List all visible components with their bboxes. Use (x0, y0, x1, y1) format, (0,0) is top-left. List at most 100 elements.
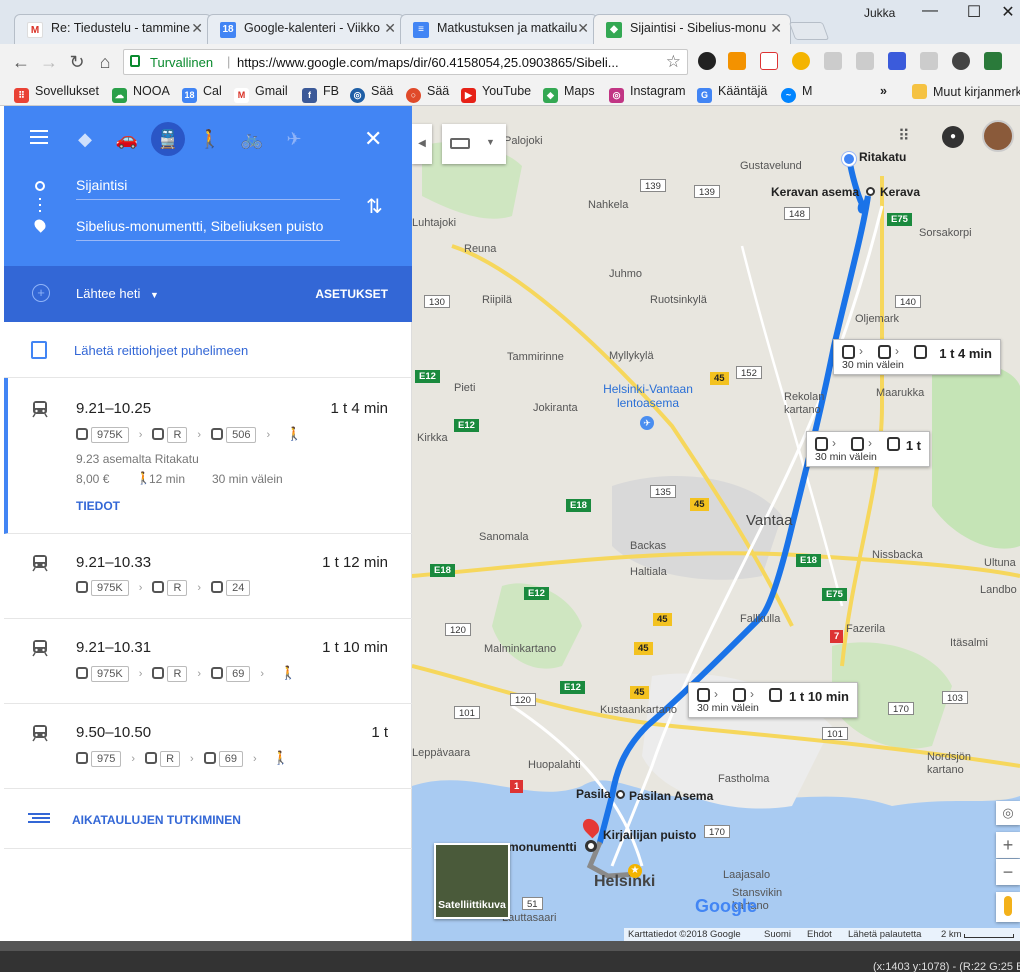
tab-gmail[interactable]: M Re: Tiedustelu - tammine ✕ (14, 14, 212, 44)
map-canvas[interactable]: Palojoki Gustavelund Nahkela Luhtajoki R… (412, 106, 1020, 941)
swap-icon[interactable]: ⇅ (366, 194, 383, 219)
chevron-right-icon: › (190, 753, 194, 765)
bookmark-maps[interactable]: ◆ Maps (543, 84, 595, 103)
route-option-4[interactable]: 9.50–10.50 1 t 975 › R › 69 › 🚶 (4, 704, 412, 789)
route-option-3[interactable]: 9.21–10.31 1 t 10 min 975K › R › 69 › 🚶 (4, 619, 412, 704)
new-tab-button[interactable] (788, 22, 830, 40)
tab-docs[interactable]: ≡ Matkustuksen ja matkailu ✕ (400, 14, 598, 44)
close-window-button[interactable]: ✕ (996, 2, 1020, 24)
bookmark-fb[interactable]: f FB (302, 84, 339, 103)
other-bookmarks[interactable]: Muut kirjanmerk (912, 84, 1020, 99)
map-region-link[interactable]: Suomi (764, 929, 791, 940)
send-to-phone-row[interactable]: Lähetä reittiohjeet puhelimeen (4, 322, 412, 378)
gmail-checker-icon[interactable] (760, 52, 778, 70)
tab-maps[interactable]: ◆ Sijaintisi - Sibelius-monu ✕ (593, 14, 791, 45)
route-option-2[interactable]: 9.21–10.33 1 t 12 min 975K › R › 24 (4, 534, 412, 619)
forward-icon[interactable]: → (38, 51, 60, 73)
camera-icon[interactable] (920, 52, 938, 70)
rss-icon[interactable] (728, 52, 746, 70)
options-button[interactable]: ASETUKSET (315, 287, 388, 301)
input-tools-button[interactable]: ▼ (442, 124, 506, 164)
destination-input[interactable]: Sibelius-monumentti, Sibeliuksen puisto (76, 218, 340, 241)
profile-name[interactable]: Jukka (864, 6, 895, 20)
destination-marker[interactable] (585, 840, 597, 852)
mode-flight-icon[interactable]: ✈ (277, 122, 311, 156)
mode-best-icon[interactable]: ◆ (68, 122, 102, 156)
mode-transit-icon[interactable]: 🚆 (151, 122, 185, 156)
maximize-button[interactable]: ☐ (954, 2, 994, 24)
bookmark-ext-icon[interactable] (888, 52, 906, 70)
bookmark-cal[interactable]: 18 Cal (182, 84, 222, 103)
chevron-right-icon: › (131, 753, 136, 765)
street-view-pegman[interactable] (996, 892, 1020, 922)
apps-grid-icon[interactable]: ⠿ (898, 128, 916, 146)
bookmark-saa-1[interactable]: ◎ Sää (350, 84, 393, 103)
back-icon[interactable]: ← (10, 51, 32, 73)
my-location-icon[interactable]: ◎ (996, 801, 1020, 825)
zoom-in-button[interactable]: + (996, 832, 1020, 858)
mode-walk-icon[interactable]: 🚶 (193, 122, 227, 156)
bookmark-instagram[interactable]: ◎ Instagram (609, 84, 686, 103)
mode-bike-icon[interactable]: 🚲 (235, 122, 269, 156)
close-tab-icon[interactable]: ✕ (384, 20, 396, 37)
dropbox-icon[interactable] (856, 52, 874, 70)
feedback-link[interactable]: Lähetä palautetta (848, 929, 921, 940)
details-button[interactable]: TIEDOT (76, 499, 120, 513)
collapse-panel-button[interactable]: ◀ (412, 124, 432, 164)
route-option-1[interactable]: 9.21–10.25 1 t 4 min 975K › R › 506 › 🚶 9.2… (4, 378, 412, 534)
map-place-label: Leppävaara (412, 747, 471, 759)
feed-icon[interactable] (824, 52, 842, 70)
line-badge: R (160, 751, 181, 767)
close-tab-icon[interactable]: ✕ (577, 20, 589, 37)
close-tab-icon[interactable]: ✕ (770, 20, 782, 37)
road-shield: E12 (524, 587, 549, 600)
menu-icon[interactable] (30, 130, 48, 144)
send-to-phone-link[interactable]: Lähetä reittiohjeet puhelimeen (74, 343, 248, 358)
bookmark-translate[interactable]: G Kääntäjä (697, 84, 767, 103)
road-shield: 45 (653, 613, 672, 626)
add-destination-icon[interactable]: + (32, 284, 50, 302)
bookmark-nooa[interactable]: ☁ NOOA (112, 84, 170, 103)
tripadvisor-icon[interactable] (952, 52, 970, 70)
url-text[interactable]: https://www.google.com/maps/dir/60.41580… (237, 55, 647, 70)
close-tab-icon[interactable]: ✕ (191, 20, 203, 37)
bus-icon (914, 345, 927, 359)
bookmark-apps[interactable]: ⠿ Sovellukset (14, 84, 99, 103)
home-icon[interactable]: ⌂ (94, 51, 116, 73)
address-bar[interactable]: Turvallinen | https://www.google.com/map… (123, 49, 688, 75)
route-callout[interactable]: › › 1 t 10 min 30 min välein (688, 682, 858, 718)
satellite-toggle[interactable]: Satelliittikuva (434, 843, 510, 919)
depart-select[interactable]: Lähtee heti ▼ (76, 286, 159, 301)
bookmark-youtube[interactable]: ▶ YouTube (461, 84, 531, 103)
extension-c-icon[interactable] (698, 52, 716, 70)
reload-icon[interactable]: ↻ (66, 51, 88, 73)
bookmark-gmail[interactable]: M Gmail (234, 84, 288, 103)
route-callout[interactable]: › › 1 t 30 min välein (806, 431, 930, 467)
stop-marker[interactable] (866, 187, 875, 196)
map-place-label: Kirkka (417, 432, 448, 444)
bookmarks-overflow[interactable]: » (880, 84, 887, 98)
evernote-icon[interactable] (984, 52, 1002, 70)
road-shield: E12 (415, 370, 440, 383)
close-directions-icon[interactable]: ✕ (364, 126, 382, 152)
avatar[interactable] (982, 120, 1014, 152)
minimize-button[interactable]: — (910, 2, 950, 24)
stop-marker[interactable] (616, 790, 625, 799)
bookmark-star-icon[interactable]: ☆ (666, 52, 681, 72)
road-shield: 7 (830, 630, 844, 643)
bookmark-messenger[interactable]: ~ M (781, 84, 812, 103)
mode-car-icon[interactable]: 🚗 (110, 122, 144, 156)
zoom-out-button[interactable]: − (996, 859, 1020, 885)
road-shield: 45 (634, 642, 653, 655)
bus-icon (76, 581, 88, 593)
bus-icon (211, 428, 224, 440)
terms-link[interactable]: Ehdot (807, 929, 832, 940)
explore-schedules-row[interactable]: AIKATAULUJEN TUTKIMINEN (4, 789, 412, 849)
tab-calendar[interactable]: 18 Google-kalenteri - Viikko ✕ (207, 14, 405, 44)
bookmark-saa-2[interactable]: ○ Sää (406, 84, 449, 103)
extension-circle-icon[interactable] (792, 52, 810, 70)
route-callout[interactable]: › › 1 t 4 min 30 min välein (833, 339, 1001, 375)
notifications-icon[interactable]: ● (942, 126, 964, 148)
explore-schedules-link[interactable]: AIKATAULUJEN TUTKIMINEN (72, 813, 241, 827)
origin-input[interactable]: Sijaintisi (76, 177, 340, 200)
